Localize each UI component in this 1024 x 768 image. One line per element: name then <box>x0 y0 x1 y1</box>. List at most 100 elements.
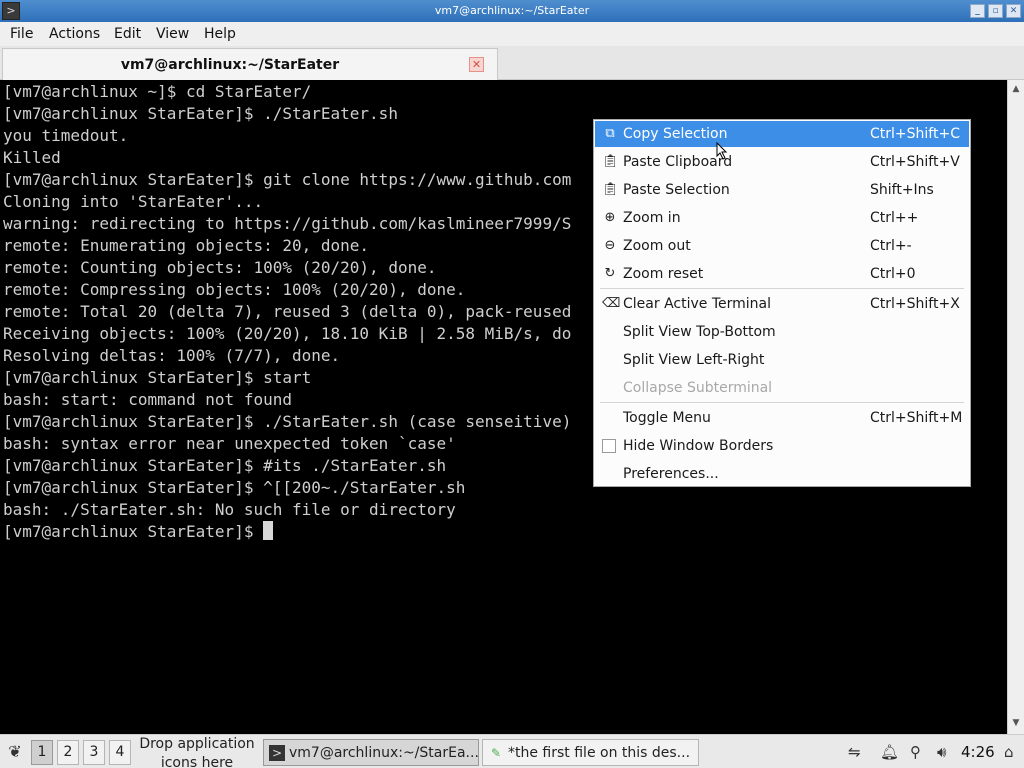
window-titlebar[interactable]: > vm7@archlinux:~/StarEater _ ▫ ✕ <box>0 0 1024 22</box>
terminal-icon: > <box>269 745 285 761</box>
menu-item-label: Clear Active Terminal <box>623 296 771 312</box>
menu-item-shortcut: Ctrl++ <box>870 210 919 226</box>
clock[interactable]: 4:26 <box>961 743 995 761</box>
terminal-prompt: [vm7@archlinux StarEater]$ <box>3 522 264 541</box>
terminal-scrollbar[interactable]: ▲ ▼ <box>1007 80 1024 734</box>
volume-icon[interactable]: 🔊︎ <box>937 743 946 761</box>
terminal-line: you timedout. <box>3 126 129 145</box>
terminal-line: bash: start: command not found <box>3 390 292 409</box>
terminal-line: bash: syntax error near unexpected token… <box>3 434 456 453</box>
show-desktop-icon[interactable]: ⌂ <box>1004 743 1014 761</box>
menu-item-label: Copy Selection <box>623 126 728 142</box>
tab-terminal[interactable]: vm7@archlinux:~/StarEater ✕ <box>2 48 498 80</box>
terminal-cursor <box>263 521 274 540</box>
terminal-line: [vm7@archlinux StarEater]$ ^[[200~./Star… <box>3 478 466 497</box>
quicklaunch-drop-area[interactable]: Drop application icons here <box>135 735 259 768</box>
terminal-line: [vm7@archlinux StarEater]$ start <box>3 368 312 387</box>
notification-bell-icon[interactable]: 🔔︎ <box>880 743 899 761</box>
task-terminal[interactable]: > vm7@archlinux:~/StarEa... <box>263 739 479 766</box>
terminal-line: [vm7@archlinux StarEater]$ ./StarEater.s… <box>3 104 398 123</box>
menu-help[interactable]: Help <box>204 26 236 42</box>
terminal-line: remote: Compressing objects: 100% (20/20… <box>3 280 466 299</box>
terminal-line: bash: ./StarEater.sh: No such file or di… <box>3 500 456 519</box>
menu-item-shortcut: Ctrl+- <box>870 238 912 254</box>
menu-item-shortcut: Shift+Ins <box>870 182 934 198</box>
terminal-lines: [vm7@archlinux ~]$ cd StarEater/ [vm7@ar… <box>3 82 571 519</box>
zoom-in-icon: ⊕ <box>604 210 616 225</box>
maximize-button[interactable]: ▫ <box>988 4 1003 18</box>
menu-item-shortcut: Ctrl+0 <box>870 266 916 282</box>
terminal-line: Killed <box>3 148 61 167</box>
copy-icon: ⧉ <box>605 126 615 141</box>
menu-item-copy-selection[interactable]: ⧉ Copy Selection Ctrl+Shift+C <box>595 121 969 147</box>
workspace-2[interactable]: 2 <box>57 740 79 765</box>
menu-item-clear-active-terminal[interactable]: ⌫ Clear Active Terminal Ctrl+Shift+X <box>595 291 969 317</box>
scroll-up-icon[interactable]: ▲ <box>1010 83 1022 95</box>
menu-item-label: Hide Window Borders <box>623 438 774 454</box>
menu-separator <box>600 288 964 289</box>
usb-icon[interactable]: ⚲ <box>910 743 921 761</box>
menu-item-label: Paste Selection <box>623 182 730 198</box>
menu-item-label: Split View Left-Right <box>623 352 765 368</box>
menu-item-shortcut: Ctrl+Shift+M <box>870 410 963 426</box>
terminal-line: remote: Counting objects: 100% (20/20), … <box>3 258 437 277</box>
menu-actions[interactable]: Actions <box>49 26 100 42</box>
menu-file[interactable]: File <box>10 26 33 42</box>
menu-item-zoom-reset[interactable]: ↻ Zoom reset Ctrl+0 <box>595 261 969 287</box>
menu-item-preferences[interactable]: Preferences... <box>595 461 969 487</box>
workspace-1[interactable]: 1 <box>31 740 53 765</box>
menu-view[interactable]: View <box>156 26 189 42</box>
menu-item-split-top-bottom[interactable]: Split View Top-Bottom <box>595 319 969 345</box>
menu-edit[interactable]: Edit <box>114 26 141 42</box>
menu-item-hide-window-borders[interactable]: Hide Window Borders <box>595 433 969 459</box>
menu-item-zoom-in[interactable]: ⊕ Zoom in Ctrl++ <box>595 205 969 231</box>
network-icon[interactable]: ⇋ <box>848 743 861 761</box>
menu-item-shortcut: Ctrl+Shift+V <box>870 154 960 170</box>
paste-icon: 📋︎ <box>602 182 619 197</box>
terminal-line: warning: redirecting to https://github.c… <box>3 214 572 233</box>
hide-borders-checkbox[interactable] <box>602 439 616 453</box>
terminal-line: remote: Total 20 (delta 7), reused 3 (de… <box>3 302 572 321</box>
menu-item-label: Split View Top-Bottom <box>623 324 776 340</box>
terminal-line: [vm7@archlinux StarEater]$ ./StarEater.s… <box>3 412 572 431</box>
menu-item-label: Zoom reset <box>623 266 704 282</box>
menu-item-collapse-subterminal: Collapse Subterminal <box>595 375 969 401</box>
menu-separator <box>600 402 964 403</box>
taskbar: ❦ 1 2 3 4 Drop application icons here > … <box>0 734 1024 768</box>
clear-icon: ⌫ <box>602 296 621 311</box>
menu-item-paste-selection[interactable]: 📋︎ Paste Selection Shift+Ins <box>595 177 969 203</box>
menu-item-label: Zoom in <box>623 210 681 226</box>
menu-item-shortcut: Ctrl+Shift+C <box>870 126 960 142</box>
close-button[interactable]: ✕ <box>1006 4 1021 18</box>
minimize-button[interactable]: _ <box>970 4 985 18</box>
menu-item-label: Preferences... <box>623 466 719 482</box>
zoom-reset-icon: ↻ <box>604 266 616 281</box>
menu-item-toggle-menu[interactable]: Toggle Menu Ctrl+Shift+M <box>595 405 969 431</box>
text-editor-icon: ✎ <box>490 746 502 760</box>
terminal-line: [vm7@archlinux StarEater]$ git clone htt… <box>3 170 572 189</box>
menu-item-zoom-out[interactable]: ⊖ Zoom out Ctrl+- <box>595 233 969 259</box>
paste-icon: 📋︎ <box>602 154 619 169</box>
task-text-editor[interactable]: ✎ *the first file on this des... <box>482 739 699 766</box>
workspace-4[interactable]: 4 <box>109 740 131 765</box>
tab-label: vm7@archlinux:~/StarEater <box>120 57 340 73</box>
terminal-line: [vm7@archlinux StarEater]$ #its ./StarEa… <box>3 456 447 475</box>
terminal-line: [vm7@archlinux ~]$ cd StarEater/ <box>3 82 312 101</box>
scroll-down-icon[interactable]: ▼ <box>1010 717 1022 729</box>
menu-item-label: Toggle Menu <box>623 410 711 426</box>
terminal-line: Resolving deltas: 100% (7/7), done. <box>3 346 341 365</box>
workspace-3[interactable]: 3 <box>83 740 105 765</box>
zoom-out-icon: ⊖ <box>604 238 616 253</box>
window-title: vm7@archlinux:~/StarEater <box>434 4 590 17</box>
menubar: File Actions Edit View Help <box>0 22 1024 46</box>
terminal-line: Cloning into 'StarEater'... <box>3 192 264 211</box>
menu-item-shortcut: Ctrl+Shift+X <box>870 296 960 312</box>
terminal-line: Receiving objects: 100% (20/20), 18.10 K… <box>3 324 572 343</box>
start-menu-icon[interactable]: ❦ <box>4 741 26 763</box>
terminal-line: remote: Enumerating objects: 20, done. <box>3 236 370 255</box>
mouse-pointer-icon <box>716 142 728 160</box>
menu-item-split-left-right[interactable]: Split View Left-Right <box>595 347 969 373</box>
close-icon[interactable]: ✕ <box>469 57 484 72</box>
menu-item-paste-clipboard[interactable]: 📋︎ Paste Clipboard Ctrl+Shift+V <box>595 149 969 175</box>
context-menu: ⧉ Copy Selection Ctrl+Shift+C 📋︎ Paste C… <box>593 119 971 487</box>
